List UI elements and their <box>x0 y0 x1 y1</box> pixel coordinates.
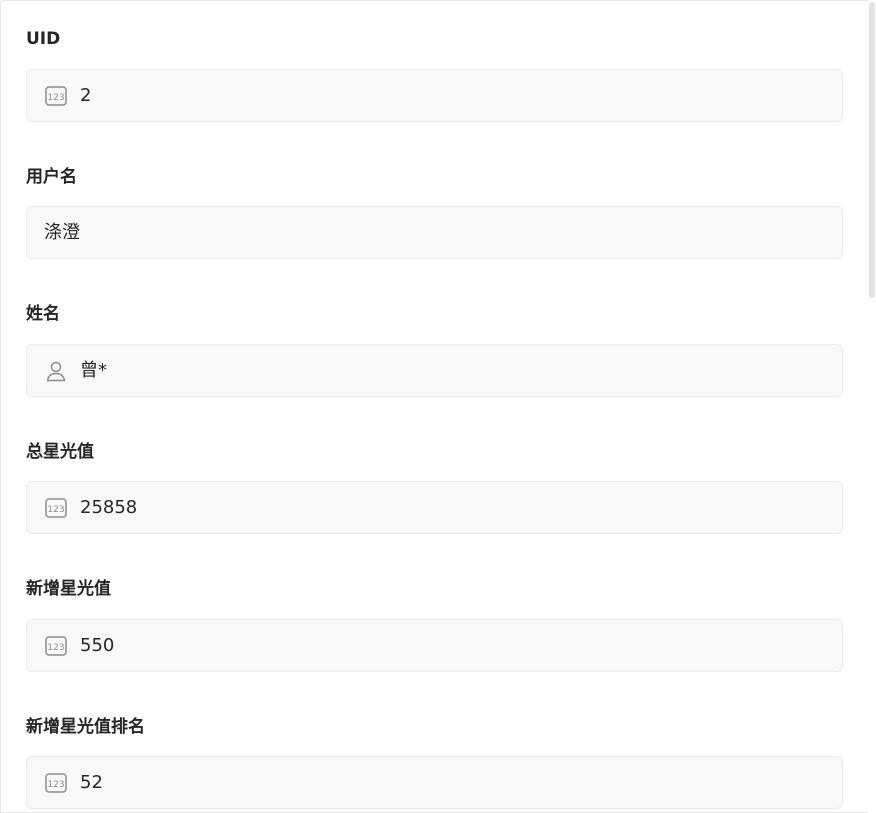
field-value-name: 曾* <box>80 360 107 381</box>
scrollbar-thumb[interactable] <box>869 2 875 298</box>
number-icon: 123 <box>44 496 68 520</box>
user-icon <box>44 359 68 383</box>
field-box-username[interactable]: 涤澄 <box>26 206 843 259</box>
field-value-new-starlight: 550 <box>80 635 115 656</box>
field-box-name[interactable]: 曾* <box>26 344 843 397</box>
field-label-total-starlight: 总星光值 <box>26 442 94 462</box>
field-value-new-starlight-rank: 52 <box>80 772 103 793</box>
number-icon: 123 <box>44 634 68 658</box>
svg-text:123: 123 <box>47 780 64 790</box>
svg-text:123: 123 <box>47 643 64 653</box>
field-value-uid: 2 <box>80 85 92 106</box>
field-box-new-starlight[interactable]: 123 550 <box>26 619 843 672</box>
field-label-username: 用户名 <box>26 167 77 187</box>
field-label-new-starlight-rank: 新增星光值排名 <box>26 717 145 737</box>
field-value-username: 涤澄 <box>44 222 80 243</box>
number-icon: 123 <box>44 84 68 108</box>
number-icon: 123 <box>44 771 68 795</box>
svg-text:123: 123 <box>47 93 64 103</box>
field-box-new-starlight-rank[interactable]: 123 52 <box>26 756 843 809</box>
field-box-total-starlight[interactable]: 123 25858 <box>26 481 843 534</box>
field-value-total-starlight: 25858 <box>80 497 138 518</box>
svg-text:123: 123 <box>47 505 64 515</box>
field-box-uid[interactable]: 123 2 <box>26 69 843 122</box>
vertical-scrollbar[interactable] <box>868 0 876 813</box>
field-label-new-starlight: 新增星光值 <box>26 579 111 599</box>
field-label-name: 姓名 <box>26 304 60 324</box>
record-detail-panel: UID 123 2 用户名 涤澄 姓名 曾* 总星光值 123 25858 新增… <box>0 0 868 813</box>
field-label-uid: UID <box>26 29 61 49</box>
